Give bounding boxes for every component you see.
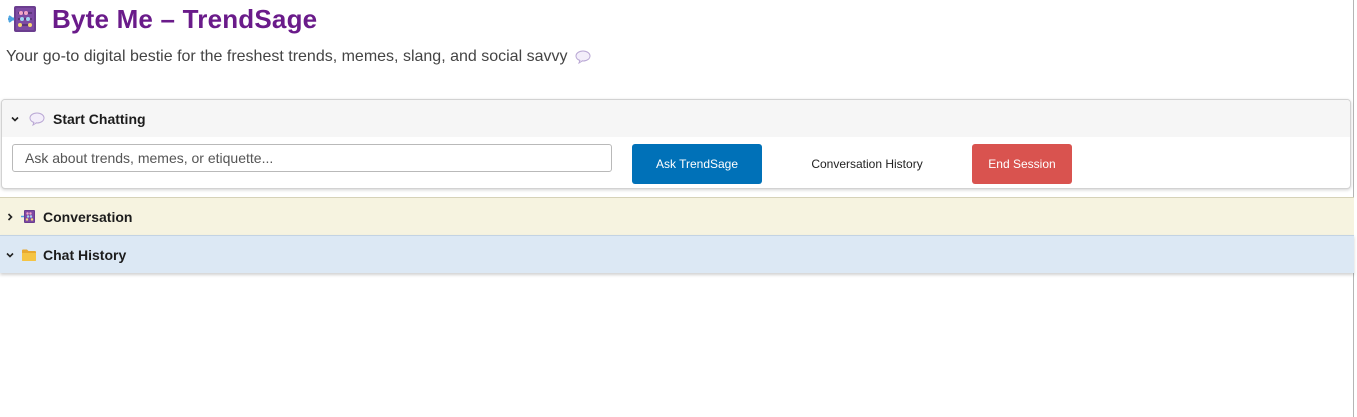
conversation-panel-header[interactable]: Conversation — [0, 197, 1354, 235]
chat-message-input[interactable] — [12, 144, 612, 172]
chevron-down-icon — [2, 114, 20, 124]
conversation-label: Conversation — [43, 208, 133, 225]
tagline-text: Your go-to digital bestie for the freshe… — [6, 48, 568, 65]
folder-icon — [15, 248, 37, 262]
page-title: Byte Me – TrendSage — [8, 3, 317, 35]
app-title: Byte Me – TrendSage — [52, 3, 318, 34]
speech-bubble-icon — [20, 112, 45, 126]
chevron-right-icon — [0, 212, 15, 222]
abacus-icon — [8, 5, 40, 33]
start-chatting-panel: Start Chatting Ask TrendSage Conversatio… — [1, 99, 1351, 189]
start-chatting-header[interactable]: Start Chatting — [2, 100, 1350, 137]
chat-history-label: Chat History — [43, 246, 127, 263]
ask-trendsage-button[interactable]: Ask TrendSage — [632, 144, 762, 184]
app-page: Byte Me – TrendSage Your go-to digital b… — [0, 0, 1357, 417]
chevron-down-icon — [0, 250, 15, 260]
speech-bubble-icon — [575, 50, 591, 64]
end-session-button[interactable]: End Session — [972, 144, 1072, 184]
tagline: Your go-to digital bestie for the freshe… — [6, 47, 591, 67]
conversation-history-button[interactable]: Conversation History — [792, 144, 942, 184]
chat-history-panel-header[interactable]: Chat History — [0, 235, 1354, 273]
abacus-icon — [15, 209, 37, 224]
start-chatting-label: Start Chatting — [53, 110, 146, 127]
